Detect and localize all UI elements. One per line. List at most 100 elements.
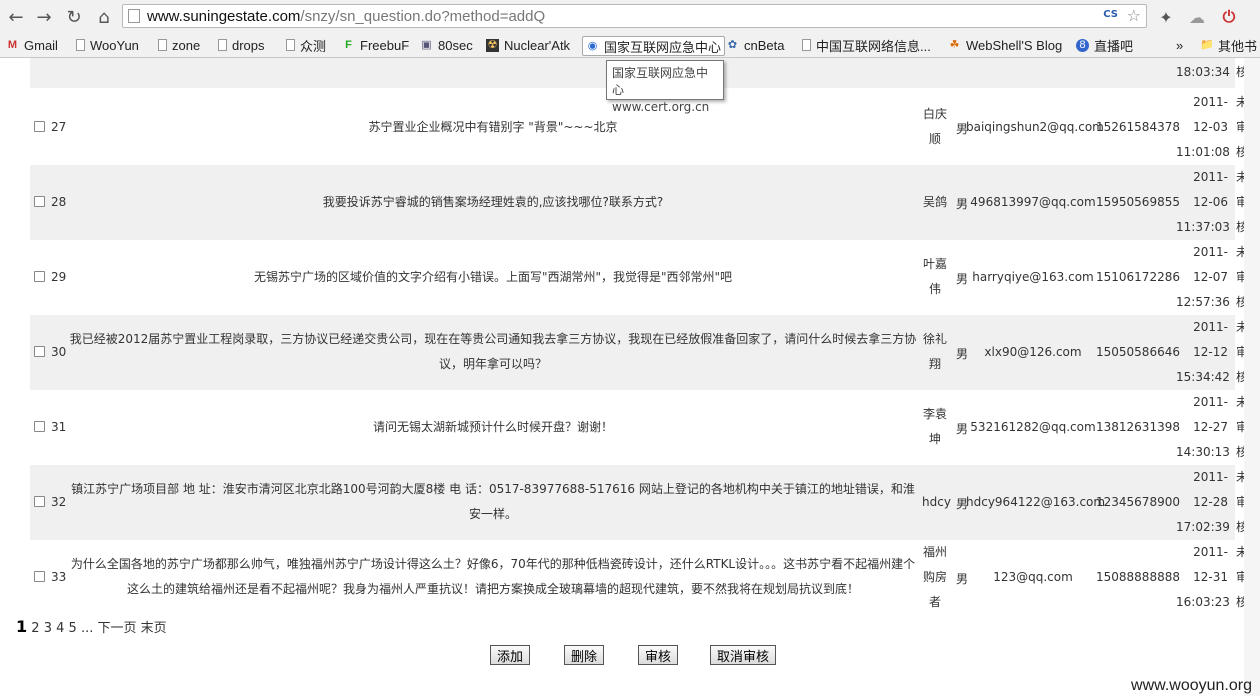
- address-bar[interactable]: www.suningestate.com/snzy/sn_question.do…: [122, 4, 1147, 28]
- row-name-part: 李袁: [922, 407, 947, 421]
- page-link[interactable]: 4: [56, 621, 64, 636]
- row-time: 18:03:34: [1176, 65, 1230, 79]
- row-date: 2011- 12-03 11:01:08: [1176, 90, 1230, 165]
- row-date: 2011- 12-12 15:34:42: [1176, 315, 1230, 390]
- page-ellipsis: ...: [80, 621, 94, 636]
- row-name-part: 白庆: [922, 107, 947, 121]
- bookmark-80sec[interactable]: ▣ 80sec: [420, 36, 472, 54]
- row-date-part: 11:37:03: [1176, 220, 1230, 234]
- bookmark-nuclear[interactable]: ☢ Nuclear'Atk: [486, 36, 570, 54]
- reload-icon[interactable]: ↻: [62, 5, 86, 29]
- bookmark-freebuf[interactable]: F FreebuF: [342, 36, 409, 54]
- bookmark-gmail[interactable]: M Gmail: [6, 36, 58, 54]
- row-date-part: 12:57:36: [1176, 295, 1230, 309]
- row-checkbox[interactable]: [34, 421, 45, 432]
- table-row: 29 无锡苏宁广场的区域价值的文字介绍有小错误。上面写"西湖常州"，我觉得是"西邻…: [30, 240, 1248, 315]
- row-date-part: 2011-: [1193, 545, 1228, 559]
- bookmark-drops[interactable]: drops: [218, 36, 265, 54]
- next-page-link[interactable]: 下一页: [98, 621, 137, 636]
- row-date-part: 16:03:23: [1176, 595, 1230, 609]
- row-name-part: 伟: [928, 282, 941, 296]
- page-link[interactable]: 5: [69, 621, 77, 636]
- row-date-part: 11:01:08: [1176, 145, 1230, 159]
- delete-button[interactable]: 删除: [564, 645, 604, 665]
- extension-power-icon[interactable]: ⏻: [1218, 6, 1240, 28]
- bookmark-wooyun[interactable]: WooYun: [76, 36, 139, 54]
- add-button[interactable]: 添加: [490, 645, 530, 665]
- row-email: harryqiye@163.com: [972, 270, 1094, 284]
- row-date-part: 2011-: [1193, 320, 1228, 334]
- page-icon: [286, 39, 295, 51]
- row-name: 徐礼翔: [922, 327, 948, 377]
- review-button[interactable]: 审核: [638, 645, 678, 665]
- row-checkbox[interactable]: [34, 196, 45, 207]
- bookmark-zhongce[interactable]: 众测: [286, 36, 326, 54]
- cs-badge[interactable]: CS: [1103, 9, 1118, 20]
- page-link[interactable]: 3: [44, 621, 52, 636]
- cert-icon: ◉: [587, 39, 598, 52]
- cancel-review-button[interactable]: 取消审核: [710, 645, 776, 665]
- page-link[interactable]: 2: [31, 621, 39, 636]
- row-question: 我要投诉苏宁睿城的销售案场经理姓袁的,应该找哪位?联系方式?: [322, 194, 664, 209]
- row-date: 2011- 12-27 14:30:13: [1176, 390, 1230, 465]
- row-name-part: 顺: [928, 132, 941, 146]
- bookmark-other-folder[interactable]: 📁 其他书: [1200, 36, 1257, 54]
- row-date-part: 15:34:42: [1176, 370, 1230, 384]
- row-id: 30: [51, 345, 67, 359]
- row-name: 吴鸽: [922, 190, 948, 215]
- row-date-part: 12-03: [1193, 120, 1228, 134]
- row-checkbox[interactable]: [34, 346, 45, 357]
- row-id: 29: [51, 270, 67, 284]
- page-icon: [802, 39, 811, 51]
- row-date-part: 2011-: [1193, 470, 1228, 484]
- row-name-part: 坤: [928, 432, 941, 446]
- row-question: 请问无锡太湖新城预计什么时候开盘？谢谢！: [372, 419, 613, 434]
- row-date-part: 12-06: [1193, 195, 1228, 209]
- row-date: 2011- 12-06 11:37:03: [1176, 165, 1230, 240]
- bookmark-cert[interactable]: ◉ 国家互联网应急中心: [582, 36, 726, 56]
- 80sec-icon: ▣: [421, 38, 432, 51]
- row-id: 31: [51, 420, 67, 434]
- watermark: www.wooyun.org: [1131, 677, 1252, 694]
- bookmark-zone[interactable]: zone: [158, 36, 200, 54]
- row-name: 李袁坤: [922, 402, 948, 452]
- row-checkbox[interactable]: [34, 121, 45, 132]
- row-id: 33: [51, 570, 67, 584]
- page-scrollbar[interactable]: [1244, 58, 1260, 696]
- question-list-page: 18:03:34 核 27 苏宁置业企业概况中有错别字 "背景"~~~北京 白庆顺男…: [0, 58, 1260, 696]
- extension-cloud-icon[interactable]: ☁: [1186, 6, 1208, 28]
- bookmark-star-icon[interactable]: ☆: [1127, 6, 1141, 25]
- row-question: 苏宁置业企业概况中有错别字 "背景"~~~北京: [368, 119, 618, 134]
- gmail-icon: M: [7, 38, 18, 51]
- row-name-part: 福州: [922, 544, 947, 559]
- row-checkbox[interactable]: [34, 571, 45, 582]
- row-date-part: 2011-: [1193, 95, 1228, 109]
- row-checkbox[interactable]: [34, 271, 45, 282]
- pagination: 1 2 3 4 5 ... 下一页 末页: [16, 617, 167, 636]
- row-phone: 13812631398: [1096, 420, 1180, 434]
- back-arrow-icon[interactable]: ←: [4, 5, 28, 29]
- bookmark-cnbeta[interactable]: ✿ cnBeta: [726, 36, 785, 54]
- row-name-part: 吴鸽: [922, 194, 947, 209]
- zhibo8-icon: 8: [1076, 38, 1089, 52]
- row-phone: 15261584378: [1096, 120, 1180, 134]
- row-date-part: 12-12: [1193, 345, 1228, 359]
- forward-arrow-icon[interactable]: →: [32, 5, 56, 29]
- webshell-icon: ☘: [949, 38, 960, 51]
- bookmark-tooltip: 国家互联网应急中心 www.cert.org.cn: [606, 60, 724, 114]
- row-phone: 15050586646: [1096, 345, 1180, 359]
- bookmark-webshell[interactable]: ☘ WebShell'S Blog: [948, 36, 1063, 54]
- row-name-part: hdcy: [922, 494, 951, 509]
- freebuf-icon: F: [345, 38, 352, 51]
- extension-tools-icon[interactable]: ✦: [1155, 6, 1177, 28]
- bookmark-cnnic[interactable]: 中国互联网络信息...: [802, 36, 931, 54]
- row-id: 28: [51, 195, 67, 209]
- row-date-part: 14:30:13: [1176, 445, 1230, 459]
- last-page-link[interactable]: 末页: [141, 621, 167, 636]
- row-date-part: 12-28: [1193, 495, 1228, 509]
- bookmark-zhibo8[interactable]: 8 直播吧: [1076, 36, 1133, 54]
- home-icon[interactable]: ⌂: [92, 5, 116, 29]
- row-checkbox[interactable]: [34, 496, 45, 507]
- bookmarks-overflow-chevron[interactable]: »: [1176, 36, 1183, 54]
- row-date-part: 12-31: [1193, 570, 1228, 584]
